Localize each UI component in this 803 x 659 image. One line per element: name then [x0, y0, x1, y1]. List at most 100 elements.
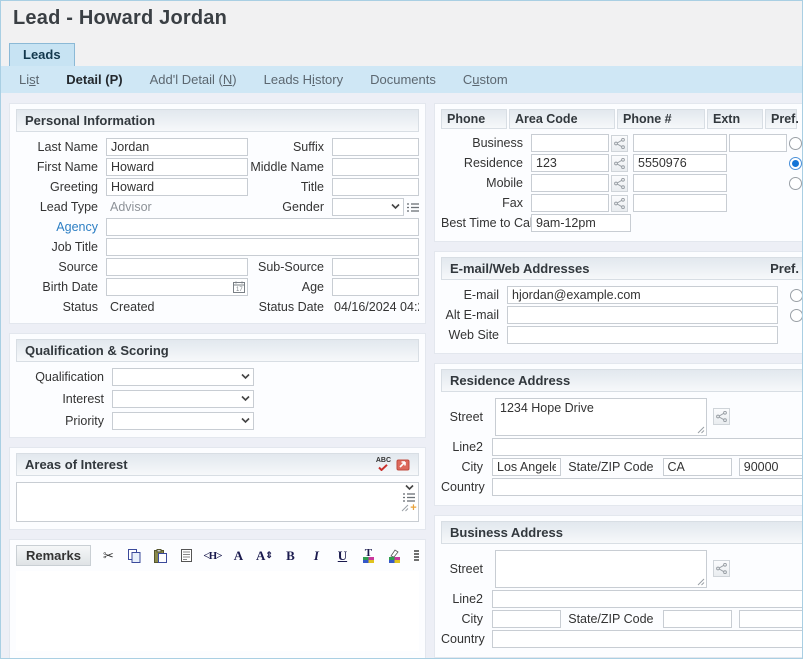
menu-item-list[interactable]: List	[19, 72, 39, 87]
bold-icon[interactable]: B	[282, 547, 299, 564]
source-field[interactable]	[106, 258, 248, 276]
resize-handle-icon[interactable]	[401, 504, 409, 512]
alt-email-pref-radio[interactable]	[790, 309, 802, 322]
mobile-phone-field[interactable]	[633, 174, 727, 192]
residence-pref-radio[interactable]	[789, 157, 802, 170]
align-left-icon[interactable]	[412, 547, 419, 564]
priority-select[interactable]	[112, 412, 254, 430]
job-title-field[interactable]	[106, 238, 419, 256]
sub-source-field[interactable]	[332, 258, 419, 276]
bus-state-field[interactable]	[663, 610, 732, 628]
interest-select[interactable]	[112, 390, 254, 408]
business-phone-field[interactable]	[633, 134, 727, 152]
copy-icon[interactable]	[126, 547, 143, 564]
business-pref-radio[interactable]	[789, 137, 802, 150]
alt-email-field[interactable]	[507, 306, 778, 324]
residence-address-header: Residence Address	[441, 369, 802, 392]
label-job-title: Job Title	[16, 238, 104, 256]
residence-phone-field[interactable]	[633, 154, 727, 172]
cut-icon[interactable]: ✂	[100, 547, 117, 564]
tab-leads[interactable]: Leads	[9, 43, 75, 66]
bus-line2-field[interactable]	[492, 590, 802, 608]
popout-icon[interactable]	[396, 458, 410, 471]
remarks-editor[interactable]	[16, 571, 419, 651]
highlight-color-icon[interactable]	[386, 547, 403, 564]
qualification-select[interactable]	[112, 368, 254, 386]
first-name-field[interactable]	[106, 158, 248, 176]
label-lead-type: Lead Type	[16, 198, 104, 216]
residence-area-code-field[interactable]	[531, 154, 609, 172]
greeting-field[interactable]	[106, 178, 248, 196]
birth-date-field[interactable]	[106, 278, 248, 296]
resize-handle-icon[interactable]	[697, 578, 705, 586]
share-icon[interactable]	[611, 195, 628, 212]
label-age: Age	[250, 278, 330, 296]
font-size-icon[interactable]: A⇕	[256, 547, 273, 564]
share-icon[interactable]	[611, 155, 628, 172]
title-field[interactable]	[332, 178, 419, 196]
web-site-field[interactable]	[507, 326, 778, 344]
resize-handle-icon[interactable]	[697, 426, 705, 434]
res-street-field[interactable]: 1234 Hope Drive	[495, 398, 707, 436]
gender-select[interactable]	[332, 198, 404, 216]
paste-icon[interactable]	[152, 547, 169, 564]
mobile-pref-radio[interactable]	[789, 177, 802, 190]
menu-item-leads-history[interactable]: Leads History	[264, 72, 343, 87]
share-icon[interactable]	[713, 560, 730, 577]
label-res-country: Country	[441, 478, 489, 496]
best-time-field[interactable]	[531, 214, 631, 232]
suffix-field[interactable]	[332, 138, 419, 156]
business-area-code-field[interactable]	[531, 134, 609, 152]
spellcheck-icon[interactable]: ABC	[376, 458, 391, 471]
label-birth-date: Birth Date	[16, 278, 104, 296]
res-zip-field[interactable]	[739, 458, 802, 476]
share-icon[interactable]	[713, 408, 730, 425]
bus-zip-field[interactable]	[739, 610, 802, 628]
remarks-tab[interactable]: Remarks	[16, 545, 91, 566]
res-line2-field[interactable]	[492, 438, 802, 456]
email-pref-radio[interactable]	[790, 289, 802, 302]
italic-icon[interactable]: I	[308, 547, 325, 564]
res-state-field[interactable]	[663, 458, 732, 476]
residence-address-section: Residence Address Street 1234 Hope Drive…	[434, 363, 802, 506]
font-icon[interactable]: A	[230, 547, 247, 564]
calendar-icon[interactable]: 17	[233, 281, 245, 293]
lead-detail-window: Lead - Howard Jordan Leads List Detail (…	[0, 0, 803, 659]
agency-field[interactable]	[106, 218, 419, 236]
email-header: E-mail/Web Addresses Pref.	[441, 257, 802, 280]
label-bus-state-zip: State/ZIP Code	[564, 610, 659, 628]
plain-text-icon[interactable]	[178, 547, 195, 564]
menu-item-detail[interactable]: Detail (P)	[66, 72, 122, 87]
res-country-field[interactable]	[492, 478, 802, 496]
areas-of-interest-input[interactable]: +	[16, 482, 419, 522]
bus-city-field[interactable]	[492, 610, 561, 628]
mobile-area-code-field[interactable]	[531, 174, 609, 192]
share-icon[interactable]	[611, 175, 628, 192]
fax-phone-field[interactable]	[633, 194, 727, 212]
chevron-down-icon[interactable]	[405, 484, 414, 491]
label-fax: Fax	[441, 194, 529, 212]
middle-name-field[interactable]	[332, 158, 419, 176]
page-title: Lead - Howard Jordan	[13, 7, 790, 30]
bus-country-field[interactable]	[492, 630, 802, 648]
svg-text:17: 17	[236, 287, 243, 293]
last-name-field[interactable]	[106, 138, 248, 156]
agency-link[interactable]: Agency	[16, 218, 104, 236]
menu-item-addl-detail[interactable]: Add'l Detail (N)	[150, 72, 237, 87]
html-icon[interactable]: <H>	[204, 547, 221, 564]
email-field[interactable]	[507, 286, 778, 304]
list-icon[interactable]	[407, 202, 419, 213]
underline-icon[interactable]: U	[334, 547, 351, 564]
res-city-field[interactable]	[492, 458, 561, 476]
menu-item-documents[interactable]: Documents	[370, 72, 436, 87]
business-extn-field[interactable]	[729, 134, 787, 152]
fax-area-code-field[interactable]	[531, 194, 609, 212]
menu-item-custom[interactable]: Custom	[463, 72, 508, 87]
text-color-icon[interactable]: T	[360, 547, 377, 564]
add-icon[interactable]: +	[410, 504, 416, 512]
age-field[interactable]	[332, 278, 419, 296]
label-suffix: Suffix	[250, 138, 330, 156]
menu-bar: List Detail (P) Add'l Detail (N) Leads H…	[1, 66, 802, 93]
bus-street-field[interactable]	[495, 550, 707, 588]
share-icon[interactable]	[611, 135, 628, 152]
